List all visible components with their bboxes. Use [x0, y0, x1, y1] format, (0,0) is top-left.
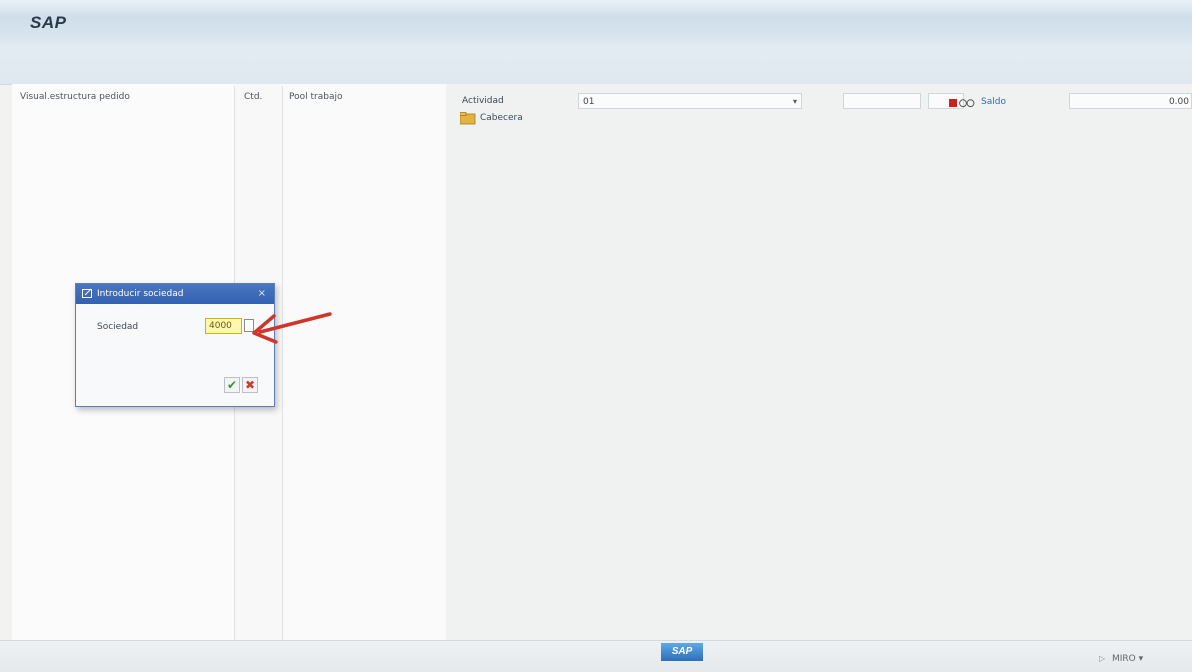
dialog-icon — [82, 288, 92, 298]
dropdown-arrow-icon[interactable]: ▾ — [793, 94, 797, 110]
activity-value: 01 — [583, 97, 595, 107]
dialog-title: Introducir sociedad — [97, 289, 184, 299]
cancel-icon: ✖ — [244, 378, 256, 392]
check-icon: ✔ — [226, 378, 238, 392]
activity-label: Actividad — [462, 96, 504, 106]
amount-field[interactable] — [843, 93, 921, 109]
balance-value: 0.00 — [1168, 97, 1189, 107]
sap-logo: SAP — [661, 643, 703, 661]
header-node[interactable]: Cabecera — [480, 113, 523, 123]
column-header-work-pool[interactable]: Pool trabajo — [289, 92, 342, 108]
annotation-arrow — [252, 312, 332, 344]
work-pool-panel[interactable] — [282, 84, 446, 640]
main-area — [446, 84, 1192, 640]
column-divider — [282, 86, 283, 640]
close-icon[interactable]: × — [258, 284, 266, 304]
confirm-button[interactable]: ✔ — [224, 377, 240, 393]
app-title: SAP — [30, 13, 67, 32]
dialog-title-bar[interactable]: Introducir sociedad × — [76, 284, 274, 304]
company-code-dialog: Introducir sociedad × Sociedad 4000 ✔ ✖ — [75, 283, 275, 407]
folder-icon[interactable] — [460, 112, 476, 125]
balance-field: 0.00 — [1069, 93, 1192, 109]
cancel-button[interactable]: ✖ — [242, 377, 258, 393]
title-bar: SAP — [0, 0, 1192, 50]
balance-link[interactable]: Saldo — [981, 97, 1006, 107]
column-header-quantity[interactable]: Ctd. — [244, 92, 262, 108]
column-header-structure[interactable]: Visual.estructura pedido — [20, 92, 130, 108]
transaction-code-text: MIRO — [1112, 654, 1136, 664]
status-bar — [0, 640, 1192, 672]
status-expand-icon[interactable]: ▷ — [1099, 654, 1105, 663]
company-code-label: Sociedad — [97, 322, 139, 332]
transaction-code[interactable]: MIRO ▾ — [1112, 654, 1143, 664]
toolbar — [0, 50, 1192, 85]
company-code-input[interactable]: 4000 — [205, 318, 242, 334]
activity-dropdown[interactable]: 01 ▾ — [578, 93, 802, 109]
status-light-icon — [949, 99, 975, 108]
